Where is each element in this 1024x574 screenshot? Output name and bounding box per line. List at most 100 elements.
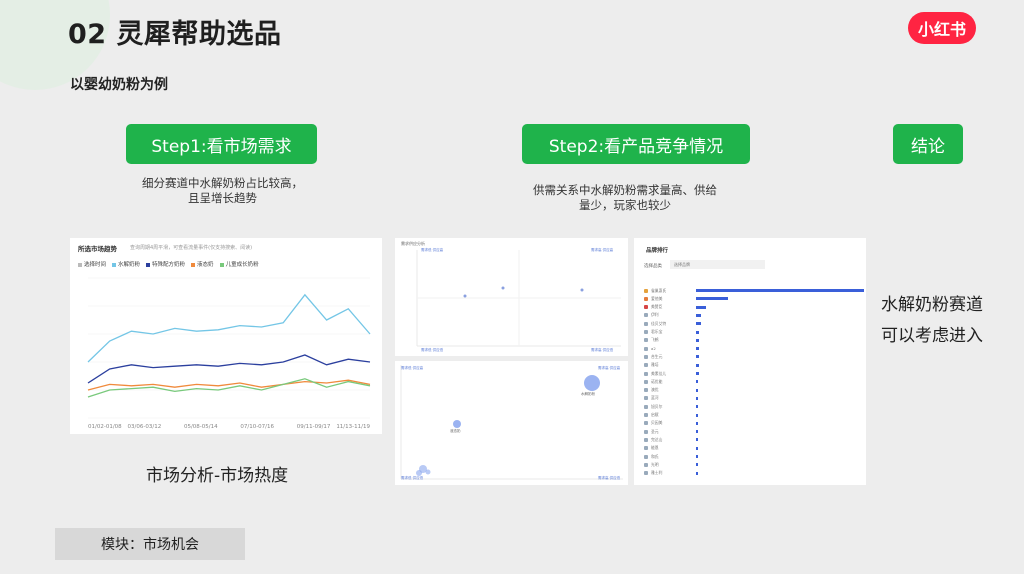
brand-select[interactable]: 选择品牌 (670, 260, 765, 269)
brand-logo-icon (644, 313, 648, 318)
step1-button[interactable]: Step1:看市场需求 (126, 124, 317, 164)
quadrant-label: 需求低 供应低 (421, 348, 444, 352)
brand-row: 美赞臣 (644, 304, 689, 310)
brand-bar (696, 455, 698, 458)
xiaohongshu-logo: 小红书 (908, 12, 976, 44)
brand-name: 蓝河 (651, 395, 659, 401)
supply-demand-panel-bottom: 需求低 供应高 需求高 供应高 需求低 供应低 需求高 供应低 水解奶粉 液态奶 (395, 361, 628, 485)
brand-name: 伊利 (651, 312, 659, 318)
brand-row: 雅培 (644, 362, 689, 368)
brand-name: 美赞臣 (651, 304, 663, 310)
brand-bar (696, 305, 707, 309)
brand-bar (696, 413, 698, 417)
brand-row: 旭贝尔 (644, 404, 689, 409)
bubble-point (501, 286, 505, 290)
brand-row: 圣元 (644, 429, 689, 434)
trend-chart: 01/02-01/08 03/06-03/12 05/08-05/14 07/10-0… (87, 277, 371, 430)
brand-bar (696, 330, 700, 334)
brand-name: 完达山 (651, 436, 663, 442)
brand-logo-icon (644, 288, 648, 293)
quadrant-label: 需求低 供应低 (401, 476, 424, 480)
x-tick-label: 07/10-07/16 (240, 424, 274, 430)
brand-row: 爱他美 (644, 296, 689, 301)
brand-bar (696, 388, 698, 392)
brand-name: 君乐宝 (651, 329, 663, 334)
brand-row: 蓝河 (644, 395, 689, 401)
quadrant-label: 需求高 供应低 (591, 348, 614, 352)
step2-description: 供需关系中水解奶粉需求量高、供给量少，玩家也较少 (533, 183, 717, 212)
brand-row: 美素佳儿 (644, 371, 689, 376)
brand-name: 光明 (651, 461, 659, 467)
brand-bar (696, 463, 698, 467)
x-tick-label: 03/06-03/12 (128, 424, 162, 430)
brand-logo-icon (644, 338, 648, 343)
brand-logo-icon (644, 429, 648, 434)
brand-row: 雀巢惠氏 (644, 288, 689, 293)
brand-bar (696, 347, 700, 351)
quadrant-label: 需求高 供应高 (591, 248, 614, 252)
brand-bar (696, 471, 698, 475)
brand-row: 君乐宝 (644, 329, 689, 335)
brand-logo-icon (644, 363, 648, 368)
brand-row: 启赋 (644, 412, 689, 418)
step1-description: 细分赛道中水解奶粉占比较高，且呈增长趋势 (142, 176, 303, 205)
brand-row: 佳贝艾特 (644, 321, 689, 326)
quadrant-label: 需求低 供应高 (401, 366, 424, 370)
brand-logo-icon (644, 371, 648, 376)
series-line-1 (87, 354, 371, 384)
quadrant-label: 需求高 供应低 (598, 476, 621, 480)
brand-name: 旭贝尔 (651, 403, 663, 409)
market-trend-panel: 所选市场趋势 查询周期4周平滑，可查看流量事件(仅支持搜索、阅读) 选择时间 水解… (70, 238, 382, 434)
x-tick-label: 01/02-01/08 (88, 424, 122, 430)
brand-logo-icon (644, 305, 648, 310)
page-title: 02 灵犀帮助选品 (68, 19, 282, 50)
brand-name: 澳优 (651, 387, 659, 393)
brand-row: 和氏 (644, 454, 689, 459)
brand-bar (696, 438, 698, 442)
x-tick-label: 11/13-11/19 (336, 424, 370, 430)
brand-name: 圣元 (651, 428, 659, 434)
brand-bar (696, 405, 698, 409)
brand-name: 美素佳儿 (651, 370, 667, 376)
brand-name: 合生元 (651, 353, 663, 359)
conclusion-text: 水解奶粉赛道可以考虑进入 (881, 295, 983, 346)
brand-name: 诺优能 (651, 378, 663, 384)
brand-name: a2 (651, 346, 656, 352)
step2-button[interactable]: Step2:看产品竞争情况 (522, 124, 750, 164)
brand-bar (696, 430, 698, 434)
conclusion-button[interactable]: 结论 (893, 124, 963, 164)
bubble-label: 水解奶粉 (581, 392, 595, 396)
brand-row: 贝因美 (644, 420, 689, 426)
chart-caption: 市场分析-市场热度 (146, 466, 289, 486)
supply-bottom-grid (400, 365, 623, 480)
brand-name: 佳贝艾特 (651, 320, 667, 326)
brand-bar (696, 380, 698, 384)
quadrant-label: 需求低 供应高 (421, 248, 444, 252)
brand-row: 光明 (644, 462, 689, 467)
brand-bar (696, 313, 702, 317)
brand-bar (696, 363, 700, 367)
brand-row: 完达山 (644, 437, 689, 442)
brand-bar (696, 396, 698, 400)
brand-logo-icon (644, 354, 648, 359)
brand-name: 能恩 (651, 445, 659, 451)
bubble-point (580, 288, 584, 292)
brand-logo-icon (644, 330, 648, 334)
brand-name: 贝因美 (651, 420, 663, 426)
brand-logo-icon (644, 471, 648, 476)
bubble-point (463, 294, 467, 298)
series-line-0 (87, 293, 371, 363)
brand-logo-icon (644, 388, 648, 393)
brand-bar (696, 446, 698, 450)
brand-row: 合生元 (644, 354, 689, 359)
brand-row: 雅士利 (644, 470, 689, 476)
supply-demand-panel-top: 需求供应分析 需求低 供应高 需求高 供应高 需求低 供应低 需求高 供应低 (395, 238, 628, 356)
x-tick-label: 09/11-09/17 (297, 424, 331, 430)
brand-logo-icon (644, 396, 648, 401)
brand-row: 飞鹤 (644, 337, 689, 343)
brand-logo-icon (644, 379, 648, 384)
x-tick-label: 05/08-05/14 (184, 424, 218, 430)
brand-bar (696, 355, 700, 359)
brand-name: 雅培 (651, 362, 659, 368)
brand-bar (696, 372, 700, 375)
